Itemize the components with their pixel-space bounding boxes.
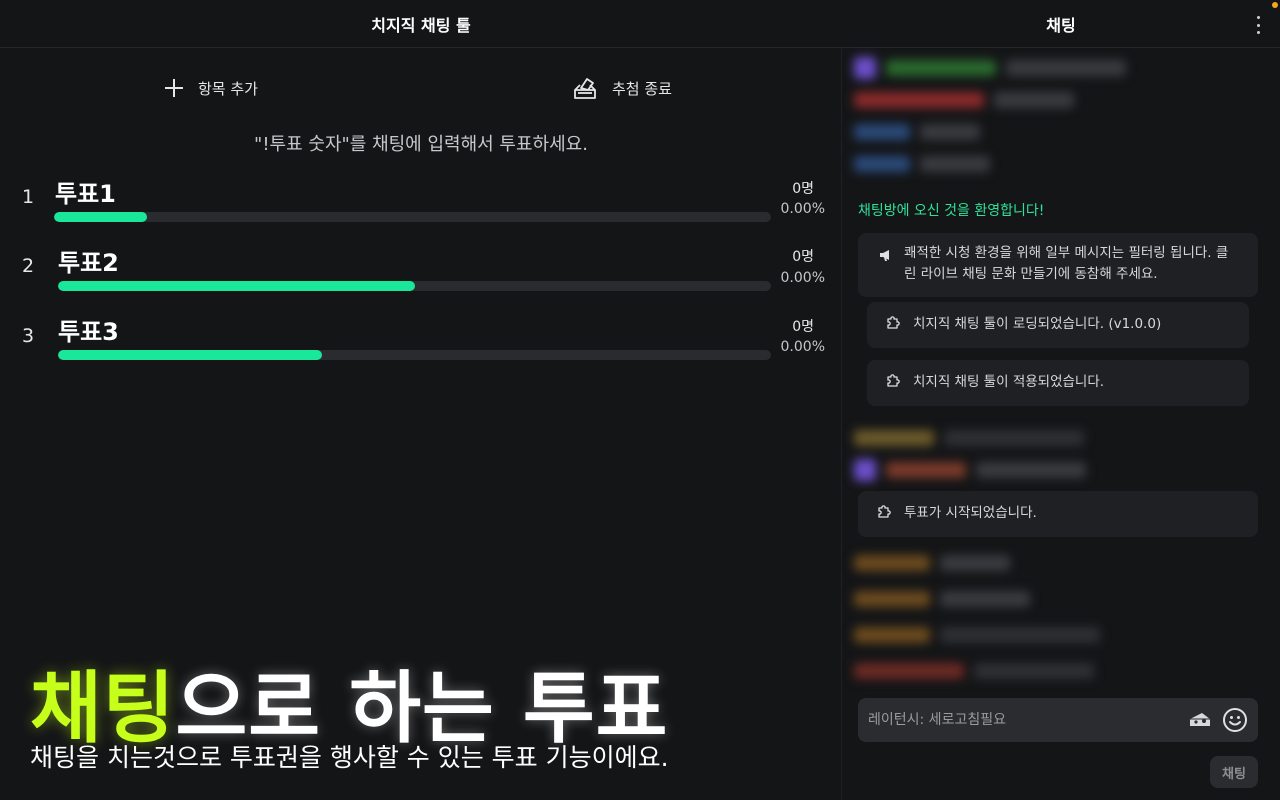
add-item-label: 항목 추가 — [198, 79, 258, 98]
notice-text: 치지직 채팅 툴이 로딩되었습니다. (v1.0.0) — [913, 316, 1162, 332]
puzzle-icon — [878, 505, 891, 518]
vote-item-percent: 0.00% — [780, 270, 825, 286]
emoji-icon[interactable] — [1222, 707, 1248, 733]
megaphone-icon — [880, 250, 889, 261]
vote-item: 2 투표2 0명 0.00% — [0, 241, 842, 305]
more-options-icon[interactable] — [1250, 16, 1266, 34]
plus-icon — [164, 78, 184, 98]
chat-notice: 쾌적한 시청 환경을 위해 일부 메시지는 필터링 됩니다. 클린 라이브 채팅… — [858, 233, 1258, 297]
welcome-message: 채팅방에 오신 것을 환영합니다! — [858, 203, 1045, 219]
vote-progress-fill — [58, 350, 322, 360]
status-dot — [1272, 2, 1278, 8]
vote-item-label: 투표2 — [58, 249, 119, 277]
puzzle-icon — [887, 374, 900, 387]
vote-toolbar: 항목 추가 추첨 종료 — [0, 68, 842, 108]
chat-notice: 투표가 시작되었습니다. — [858, 491, 1258, 537]
puzzle-icon — [887, 316, 900, 329]
add-item-button[interactable]: 항목 추가 — [164, 68, 258, 108]
chat-notice: 치지직 채팅 툴이 적용되었습니다. — [867, 360, 1249, 406]
notice-text: 치지직 채팅 툴이 적용되었습니다. — [913, 374, 1105, 390]
vote-item-label: 투표1 — [55, 180, 116, 208]
vote-panel: 치지직 채팅 툴 항목 추가 추첨 종료 "!투표 숫자"를 채팅에 입력해서 … — [0, 0, 842, 800]
vote-progress-fill — [54, 212, 148, 222]
vote-item-count: 0명 — [792, 249, 814, 265]
app-title: 치지직 채팅 툴 — [371, 15, 471, 35]
vote-item-count: 0명 — [792, 181, 814, 197]
vote-progress-fill — [58, 281, 415, 291]
promo-subtitle: 채팅을 치는것으로 투표권을 행사할 수 있는 투표 기능이에요. — [30, 743, 669, 772]
vote-item-percent: 0.00% — [780, 339, 825, 355]
chat-input[interactable] — [868, 698, 1168, 742]
vote-progress-bar — [58, 350, 771, 360]
end-vote-button[interactable]: 추첨 종료 — [572, 68, 672, 108]
ballot-box-icon — [574, 78, 596, 99]
vote-item: 3 투표3 0명 0.00% — [0, 310, 842, 374]
chat-panel: 채팅 채팅방에 오신 것을 환영합니다! 쾌적한 시청 환경을 위해 일부 메시… — [842, 0, 1280, 800]
vote-item-number: 2 — [22, 255, 35, 277]
vote-progress-bar — [58, 281, 771, 291]
vote-item-percent: 0.00% — [780, 201, 825, 217]
notice-text: 쾌적한 시청 환경을 위해 일부 메시지는 필터링 됩니다. 클린 라이브 채팅… — [904, 245, 1229, 282]
vote-progress-bar — [54, 212, 771, 222]
chat-notice: 치지직 채팅 툴이 로딩되었습니다. (v1.0.0) — [867, 302, 1249, 348]
chat-input-box — [858, 698, 1258, 742]
blurred-chat-messages — [854, 553, 1100, 693]
blurred-chat-messages — [854, 428, 1086, 492]
vote-item-label: 투표3 — [58, 318, 119, 346]
vote-item-number: 1 — [22, 186, 35, 208]
vote-instruction: "!투표 숫자"를 채팅에 입력해서 투표하세요. — [254, 134, 588, 155]
vote-item-number: 3 — [22, 325, 35, 347]
vote-panel-header: 치지직 채팅 툴 — [0, 0, 842, 48]
cheese-icon[interactable] — [1188, 709, 1212, 731]
vote-item: 1 투표1 0명 0.00% — [0, 172, 842, 236]
notice-text: 투표가 시작되었습니다. — [904, 505, 1037, 521]
end-vote-label: 추첨 종료 — [612, 79, 672, 98]
vote-item-count: 0명 — [792, 319, 814, 335]
send-chat-button[interactable]: 채팅 — [1210, 756, 1258, 788]
blurred-chat-messages — [854, 57, 1126, 186]
chat-title: 채팅 — [1046, 15, 1076, 35]
chat-header: 채팅 — [842, 0, 1280, 48]
